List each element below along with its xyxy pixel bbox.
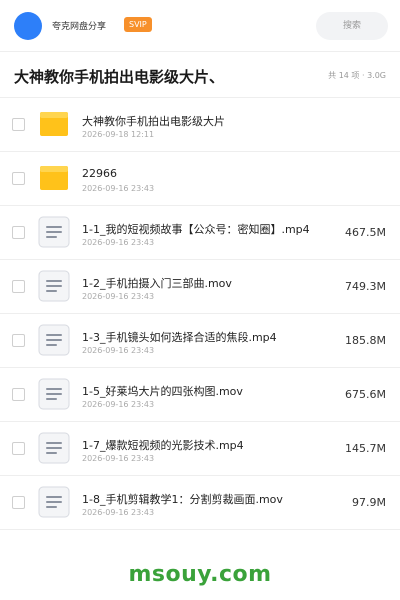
list-item[interactable]: 1-3_手机镜头如何选择合适的焦段.mp4 2026-09-16 23:43 1… [0,314,400,368]
list-item[interactable]: 1-7_爆款短视频的光影技术.mp4 2026-09-16 23:43 145.… [0,422,400,476]
file-date: 2026-09-16 23:43 [82,238,155,247]
row-checkbox[interactable] [12,442,25,455]
file-date: 2026-09-18 12:11 [82,130,155,139]
svip-badge: SVIP [124,17,152,32]
file-icon [38,486,70,518]
file-icon [38,216,70,248]
row-checkbox[interactable] [12,226,25,239]
file-size: 675.6M [345,388,386,401]
folder-header: 大神教你手机拍出电影级大片、 共 14 项 · 3.0G [0,52,400,98]
file-size: 145.7M [345,442,386,455]
folder-icon [38,108,70,140]
list-item[interactable]: 1-2_手机拍摄入门三部曲.mov 2026-09-16 23:43 749.3… [0,260,400,314]
file-icon [38,378,70,410]
page-title: 大神教你手机拍出电影级大片、 [14,68,225,86]
list-item[interactable]: 1-8_手机剪辑教学1：分割剪裁画面.mov 2026-09-16 23:43 … [0,476,400,530]
list-item[interactable]: 22966 2026-09-16 23:43 [0,152,400,206]
file-size: 97.9M [352,496,386,509]
file-date: 2026-09-16 23:43 [82,292,155,301]
row-checkbox[interactable] [12,388,25,401]
file-list: 大神教你手机拍出电影级大片 2026-09-18 12:11 22966 202… [0,98,400,530]
site-watermark: msouy.com [128,562,272,587]
file-name: 1-8_手机剪辑教学1：分割剪裁画面.mov [82,493,283,506]
avatar[interactable] [14,12,42,40]
file-date: 2026-09-16 23:43 [82,454,155,463]
file-name: 22966 [82,167,117,180]
share-owner-name: 夸克网盘分享 [52,22,107,32]
row-checkbox[interactable] [12,118,25,131]
file-date: 2026-09-16 23:43 [82,184,155,193]
top-bar: 夸克网盘分享 SVIP 搜索 [0,0,400,52]
file-date: 2026-09-16 23:43 [82,508,155,517]
row-checkbox[interactable] [12,334,25,347]
search-input[interactable]: 搜索 [316,12,388,40]
file-icon [38,432,70,464]
list-item[interactable]: 1-5_好莱坞大片的四张构图.mov 2026-09-16 23:43 675.… [0,368,400,422]
file-date: 2026-09-16 23:43 [82,400,155,409]
file-icon [38,324,70,356]
item-count-summary: 共 14 项 · 3.0G [328,71,386,80]
file-date: 2026-09-16 23:43 [82,346,155,355]
file-name: 大神教你手机拍出电影级大片 [82,115,225,128]
file-size: 467.5M [345,226,386,239]
file-name: 1-1_我的短视频故事【公众号：密知圈】.mp4 [82,223,310,236]
share-page: 夸克网盘分享 SVIP 搜索 大神教你手机拍出电影级大片、 共 14 项 · 3… [0,0,400,600]
row-checkbox[interactable] [12,280,25,293]
row-checkbox[interactable] [12,496,25,509]
file-name: 1-7_爆款短视频的光影技术.mp4 [82,439,244,452]
list-item[interactable]: 大神教你手机拍出电影级大片 2026-09-18 12:11 [0,98,400,152]
file-name: 1-3_手机镜头如何选择合适的焦段.mp4 [82,331,277,344]
file-size: 749.3M [345,280,386,293]
file-icon [38,270,70,302]
file-name: 1-5_好莱坞大片的四张构图.mov [82,385,243,398]
file-name: 1-2_手机拍摄入门三部曲.mov [82,277,232,290]
row-checkbox[interactable] [12,172,25,185]
file-size: 185.8M [345,334,386,347]
folder-icon [38,162,70,194]
list-item[interactable]: 1-1_我的短视频故事【公众号：密知圈】.mp4 2026-09-16 23:4… [0,206,400,260]
